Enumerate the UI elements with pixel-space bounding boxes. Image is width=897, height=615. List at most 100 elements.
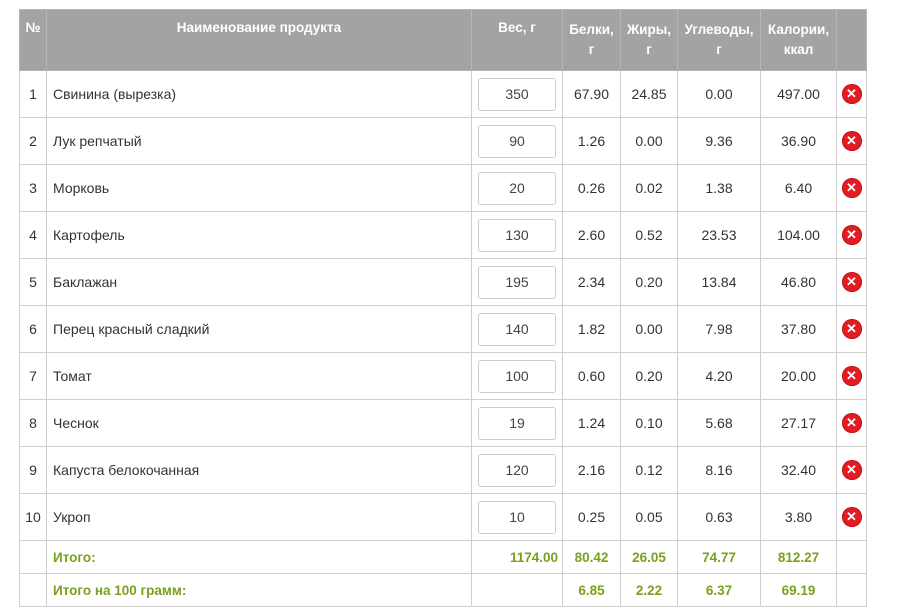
header-protein-line1: Белки, [569,22,614,37]
protein-value: 2.60 [562,211,621,259]
product-name: Капуста белокочанная [46,446,472,494]
carbs-value: 23.53 [677,211,761,259]
calories-value: 46.80 [760,258,837,306]
close-circle-icon[interactable]: ✕ [841,84,862,104]
row-number: 1 [19,70,47,118]
fat-value: 0.10 [620,399,678,447]
weight-input[interactable] [478,500,556,534]
table-row: 2Лук репчатый 1.260.009.3636.90✕ [19,117,867,165]
calories-value: 104.00 [760,211,837,259]
table-row: 3Морковь 0.260.021.386.40✕ [19,164,867,212]
per100-num-cell [19,573,47,607]
carbs-value: 4.20 [677,352,761,400]
totals-protein: 80.42 [562,540,621,574]
protein-value: 1.82 [562,305,621,353]
protein-value: 2.16 [562,446,621,494]
row-number: 3 [19,164,47,212]
close-circle-icon[interactable]: ✕ [841,272,862,292]
table-row: 6Перец красный сладкий 1.820.007.9837.80✕ [19,305,867,353]
per100-carbs: 6.37 [677,573,761,607]
per100-weight-cell [471,573,563,607]
product-name: Укроп [46,493,472,541]
close-circle-icon[interactable]: ✕ [841,366,862,386]
weight-input[interactable] [478,77,556,111]
row-number: 9 [19,446,47,494]
carbs-value: 5.68 [677,399,761,447]
weight-cell [471,446,563,494]
per100-protein: 6.85 [562,573,621,607]
per100-actions-cell [836,573,867,607]
protein-value: 0.60 [562,352,621,400]
weight-input[interactable] [478,312,556,346]
header-weight: Вес, г [471,9,563,71]
fat-value: 0.52 [620,211,678,259]
table-row: 1Свинина (вырезка) 67.9024.850.00497.00✕ [19,70,867,118]
protein-value: 67.90 [562,70,621,118]
header-fat: Жиры, г [620,9,678,71]
carbs-value: 0.63 [677,493,761,541]
table-row: 4Картофель 2.600.5223.53104.00✕ [19,211,867,259]
weight-input[interactable] [478,218,556,252]
header-protein-line2: г [588,42,595,57]
calories-value: 36.90 [760,117,837,165]
totals-weight: 1174.00 [471,540,563,574]
product-table-container: № Наименование продукта Вес, г Белки, г Ж… [19,9,867,607]
weight-input[interactable] [478,359,556,393]
header-name: Наименование продукта [46,9,472,71]
calories-value: 497.00 [760,70,837,118]
carbs-value: 9.36 [677,117,761,165]
close-circle-icon[interactable]: ✕ [841,507,862,527]
weight-input[interactable] [478,453,556,487]
header-calories-line1: Калории, [767,22,830,37]
carbs-value: 1.38 [677,164,761,212]
delete-cell: ✕ [836,446,867,494]
header-carbs: Углеводы, г [677,9,761,71]
table-row: 9Капуста белокочанная 2.160.128.1632.40✕ [19,446,867,494]
weight-input[interactable] [478,124,556,158]
fat-value: 0.12 [620,446,678,494]
carbs-value: 13.84 [677,258,761,306]
weight-cell [471,70,563,118]
weight-input[interactable] [478,265,556,299]
row-number: 4 [19,211,47,259]
close-circle-icon[interactable]: ✕ [841,178,862,198]
calories-value: 20.00 [760,352,837,400]
protein-value: 0.25 [562,493,621,541]
table-row: 8Чеснок 1.240.105.6827.17✕ [19,399,867,447]
weight-cell [471,352,563,400]
close-circle-icon[interactable]: ✕ [841,413,862,433]
row-number: 7 [19,352,47,400]
close-circle-icon[interactable]: ✕ [841,225,862,245]
product-name: Свинина (вырезка) [46,70,472,118]
carbs-value: 8.16 [677,446,761,494]
header-carbs-line1: Углеводы, [684,22,754,37]
product-name: Лук репчатый [46,117,472,165]
header-carbs-line2: г [716,42,722,57]
weight-input[interactable] [478,406,556,440]
header-protein: Белки, г [562,9,621,71]
row-number: 8 [19,399,47,447]
totals-carbs: 74.77 [677,540,761,574]
totals-calories: 812.27 [760,540,837,574]
table-header-row: № Наименование продукта Вес, г Белки, г Ж… [19,9,867,71]
row-number: 5 [19,258,47,306]
carbs-value: 0.00 [677,70,761,118]
delete-cell: ✕ [836,117,867,165]
fat-value: 24.85 [620,70,678,118]
product-name: Морковь [46,164,472,212]
close-circle-icon[interactable]: ✕ [841,131,862,151]
product-name: Картофель [46,211,472,259]
product-name: Баклажан [46,258,472,306]
weight-input[interactable] [478,171,556,205]
fat-value: 0.05 [620,493,678,541]
close-circle-icon[interactable]: ✕ [841,319,862,339]
weight-cell [471,117,563,165]
totals-label: Итого: [46,540,472,574]
calories-value: 6.40 [760,164,837,212]
protein-value: 2.34 [562,258,621,306]
row-number: 2 [19,117,47,165]
header-calories: Калории, ккал [760,9,837,71]
delete-cell: ✕ [836,352,867,400]
protein-value: 0.26 [562,164,621,212]
close-circle-icon[interactable]: ✕ [841,460,862,480]
